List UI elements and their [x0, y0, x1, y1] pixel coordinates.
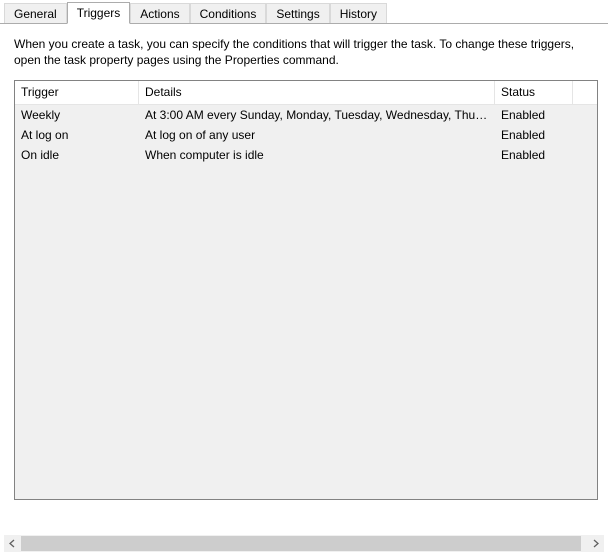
col-header-trigger[interactable]: Trigger — [15, 81, 139, 104]
cell-status: Enabled — [495, 147, 573, 163]
tab-strip: General Triggers Actions Conditions Sett… — [0, 0, 608, 23]
col-header-extra[interactable] — [573, 81, 597, 104]
cell-status: Enabled — [495, 107, 573, 123]
table-header: Trigger Details Status — [15, 81, 597, 105]
chevron-right-icon — [592, 539, 599, 548]
tab-conditions[interactable]: Conditions — [190, 3, 267, 23]
cell-details: When computer is idle — [139, 147, 495, 163]
tab-triggers[interactable]: Triggers — [67, 2, 131, 24]
cell-trigger: Weekly — [15, 107, 139, 123]
table-row[interactable]: Weekly At 3:00 AM every Sunday, Monday, … — [15, 105, 597, 125]
tab-history[interactable]: History — [330, 3, 387, 23]
cell-status: Enabled — [495, 127, 573, 143]
horizontal-scrollbar[interactable] — [4, 535, 604, 552]
col-header-status[interactable]: Status — [495, 81, 573, 104]
table-row[interactable]: On idle When computer is idle Enabled — [15, 145, 597, 165]
table-body: Weekly At 3:00 AM every Sunday, Monday, … — [15, 105, 597, 165]
cell-trigger: On idle — [15, 147, 139, 163]
col-header-details[interactable]: Details — [139, 81, 495, 104]
table-row[interactable]: At log on At log on of any user Enabled — [15, 125, 597, 145]
chevron-left-icon — [9, 539, 16, 548]
tab-content: When you create a task, you can specify … — [0, 23, 608, 531]
scrollbar-track[interactable] — [21, 535, 587, 552]
scrollbar-thumb[interactable] — [21, 536, 581, 551]
triggers-description: When you create a task, you can specify … — [14, 36, 598, 68]
tab-actions[interactable]: Actions — [130, 3, 189, 23]
tab-settings[interactable]: Settings — [266, 3, 329, 23]
scroll-right-button[interactable] — [587, 535, 604, 552]
cell-details: At 3:00 AM every Sunday, Monday, Tuesday… — [139, 107, 495, 123]
triggers-table: Trigger Details Status Weekly At 3:00 AM… — [14, 80, 598, 500]
scroll-left-button[interactable] — [4, 535, 21, 552]
cell-trigger: At log on — [15, 127, 139, 143]
cell-details: At log on of any user — [139, 127, 495, 143]
tab-general[interactable]: General — [4, 3, 67, 23]
